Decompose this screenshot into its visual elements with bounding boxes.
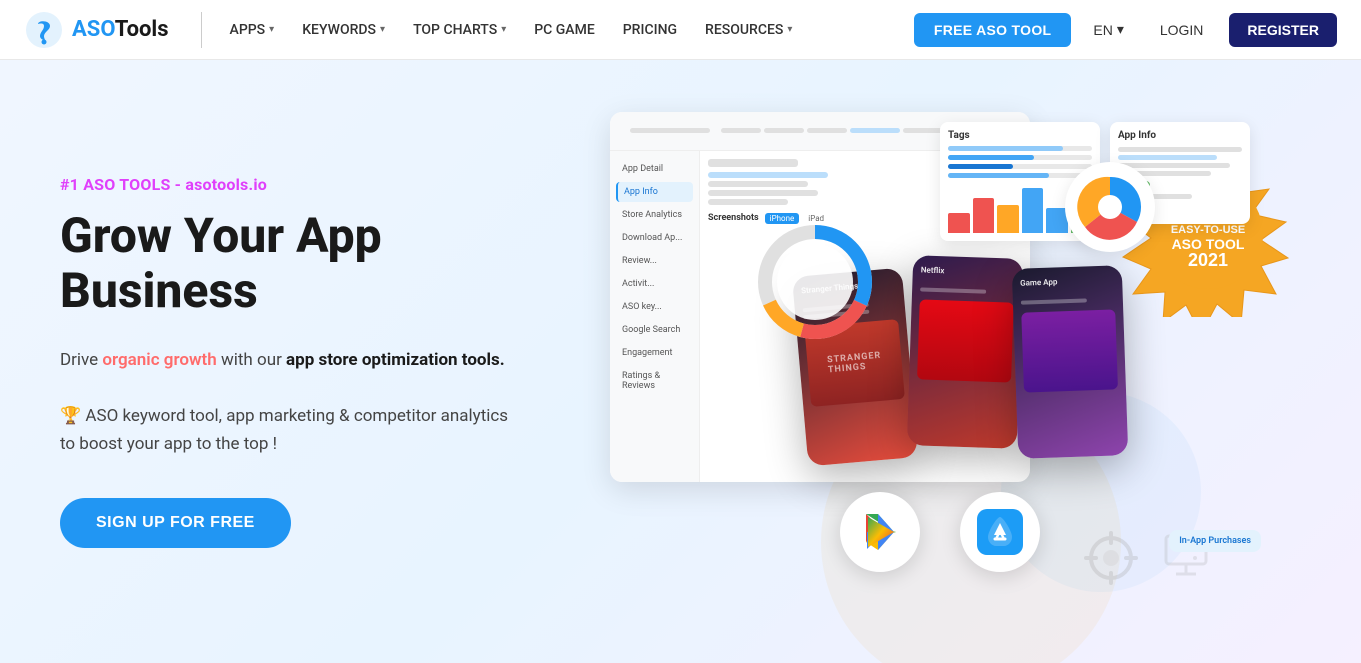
- google-play-circle: [840, 492, 920, 572]
- hero-desc-line4: to boost your app to the top !: [60, 434, 277, 454]
- sidebar-app-info: App Info: [616, 182, 693, 202]
- hero-desc-text2: with our: [217, 350, 286, 370]
- nav-pc-game[interactable]: PC GAME: [522, 14, 607, 46]
- chevron-down-icon: ▾: [787, 24, 792, 35]
- deco-gears: [1081, 528, 1141, 592]
- sidebar-app-detail: App Detail: [616, 159, 693, 179]
- navbar-right: FREE ASO TOOL EN ▾ LOGIN REGISTER: [914, 13, 1337, 47]
- sidebar-store-analytics: Store Analytics: [616, 205, 693, 225]
- login-button[interactable]: LOGIN: [1146, 14, 1218, 46]
- free-aso-button[interactable]: FREE ASO TOOL: [914, 13, 1071, 47]
- sidebar-activit: Activit...: [616, 274, 693, 294]
- nav-apps[interactable]: APPS ▾: [218, 14, 287, 46]
- hero-bold-text: app store optimization tools.: [286, 350, 505, 370]
- phone-card-3: Game App: [1012, 265, 1129, 459]
- dash-sidebar: App Detail App Info Store Analytics Down…: [610, 151, 700, 482]
- hero-tagline: #1 ASO TOOLS - asotools.io: [60, 175, 580, 194]
- pie-chart-card: [1065, 162, 1155, 252]
- hero-left: #1 ASO TOOLS - asotools.io Grow Your App…: [60, 175, 580, 549]
- sidebar-aso-key: ASO key...: [616, 297, 693, 317]
- nav-top-charts[interactable]: TOP CHARTS ▾: [401, 14, 518, 46]
- hero-illustration: App Detail App Info Store Analytics Down…: [600, 112, 1301, 612]
- signup-button[interactable]: SIGN UP FOR FREE: [60, 498, 291, 548]
- hero-desc-line3: 🏆 ASO keyword tool, app marketing & comp…: [60, 406, 508, 426]
- chevron-down-icon: ▾: [1117, 21, 1124, 38]
- tag-bar-2: [948, 155, 1092, 160]
- logo-icon: [24, 10, 64, 50]
- nav-keywords[interactable]: KEYWORDS ▾: [290, 14, 397, 46]
- hero-highlight: organic growth: [102, 350, 216, 370]
- chevron-down-icon: ▾: [380, 24, 385, 35]
- app-store-circle: [960, 492, 1040, 572]
- pie-chart-svg: [1075, 172, 1145, 242]
- hero-desc-text1: Drive: [60, 350, 102, 370]
- donut-chart: [755, 222, 875, 342]
- nav-resources[interactable]: RESOURCES ▾: [693, 14, 804, 46]
- logo-link[interactable]: ASOTools: [24, 10, 169, 50]
- svg-text:2021: 2021: [1188, 250, 1228, 270]
- register-button[interactable]: REGISTER: [1229, 13, 1337, 47]
- tag-bar-1: [948, 146, 1092, 151]
- nav-links: APPS ▾ KEYWORDS ▾ TOP CHARTS ▾ PC GAME P…: [218, 14, 914, 46]
- tag-bar-4: [948, 173, 1092, 178]
- app-store-icon: [977, 509, 1023, 555]
- sidebar-review: Review...: [616, 251, 693, 271]
- sidebar-engagement: Engagement: [616, 343, 693, 363]
- hero-description: Drive organic growth with our app store …: [60, 346, 580, 458]
- navbar: ASOTools APPS ▾ KEYWORDS ▾ TOP CHARTS ▾ …: [0, 0, 1361, 60]
- nav-divider: [201, 12, 202, 48]
- hero-title: Grow Your App Business: [60, 208, 580, 318]
- tag-bar-3: [948, 164, 1092, 169]
- iap-badge: In-App Purchases: [1169, 530, 1261, 552]
- sidebar-google-search: Google Search: [616, 320, 693, 340]
- chevron-down-icon: ▾: [501, 24, 506, 35]
- phone-card-2: Netflix: [907, 255, 1024, 449]
- tags-card-title: Tags: [948, 130, 1092, 141]
- svg-text:EASY-TO-USE: EASY-TO-USE: [1171, 224, 1245, 236]
- language-selector[interactable]: EN ▾: [1083, 13, 1133, 46]
- app-store-icons: [840, 492, 1040, 572]
- hero-section: #1 ASO TOOLS - asotools.io Grow Your App…: [0, 60, 1361, 663]
- logo-text: ASOTools: [72, 17, 169, 42]
- sidebar-ratings: Ratings & Reviews: [616, 366, 693, 396]
- nav-pricing[interactable]: PRICING: [611, 14, 689, 46]
- chevron-down-icon: ▾: [269, 24, 274, 35]
- sidebar-download: Download Ap...: [616, 228, 693, 248]
- app-info-title: App Info: [1118, 130, 1242, 141]
- google-play-icon: [858, 510, 902, 554]
